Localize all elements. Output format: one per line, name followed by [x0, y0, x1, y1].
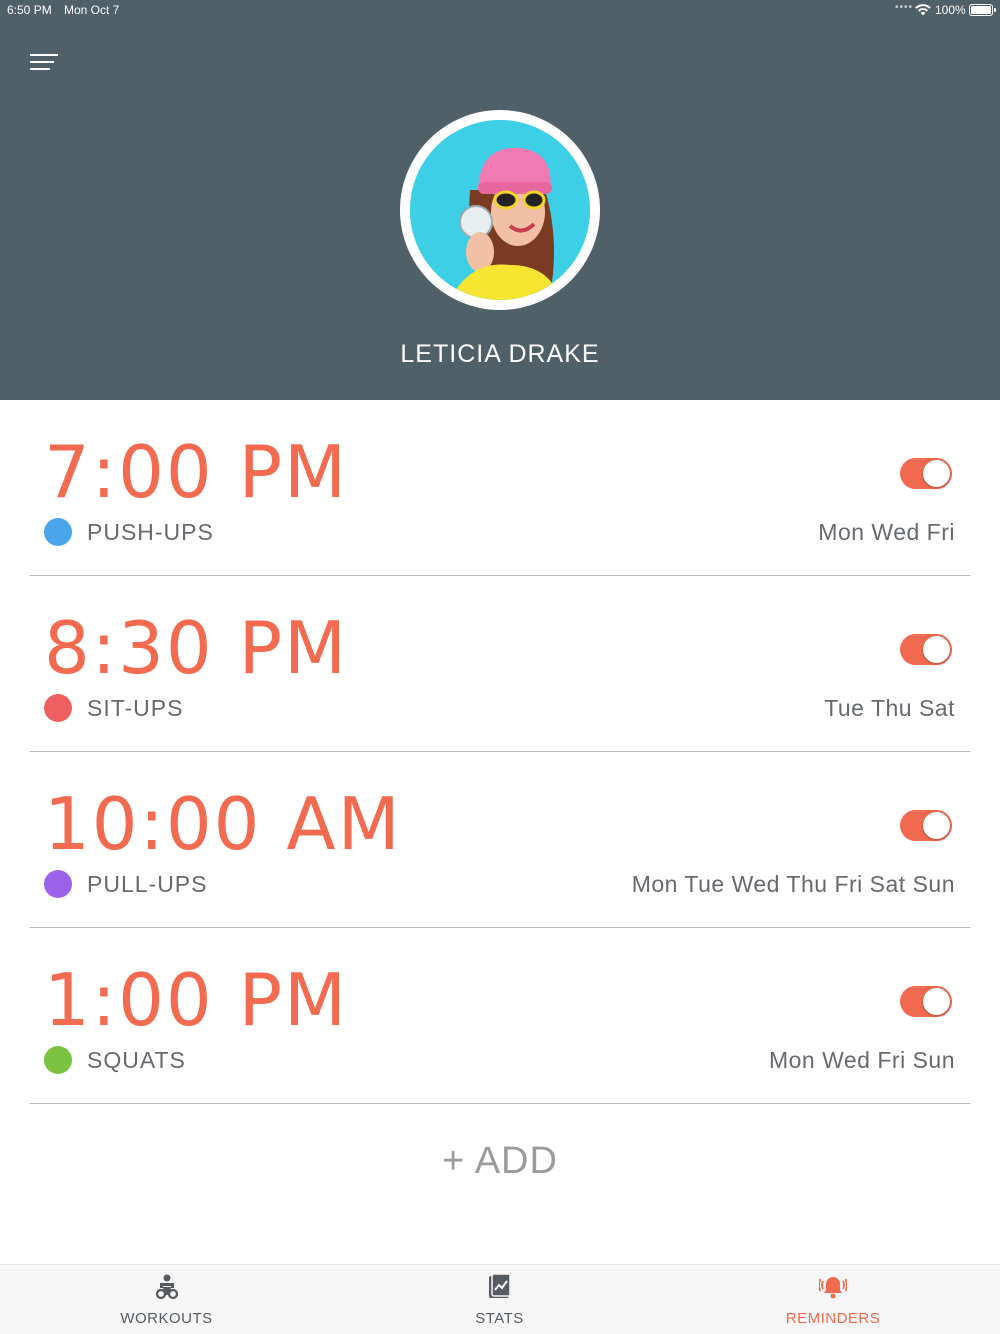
reminder-row[interactable]: 1:00 PM SQUATS Mon Wed Fri Sun	[30, 928, 970, 1104]
exercise-label: PUSH-UPS	[87, 519, 214, 545]
reminder-days: Tue Thu Sat	[824, 695, 955, 721]
stats-icon	[488, 1273, 511, 1298]
reminder-row[interactable]: 8:30 PM SIT-UPS Tue Thu Sat	[30, 576, 970, 752]
reminder-toggle[interactable]	[900, 634, 952, 665]
exercise-color-dot	[44, 1046, 72, 1074]
wifi-icon	[915, 4, 931, 16]
tab-workouts[interactable]: WORKOUTS	[0, 1265, 333, 1334]
tab-label: STATS	[475, 1310, 524, 1327]
reminder-toggle[interactable]	[900, 458, 952, 489]
reminder-list: 7:00 PM PUSH-UPS Mon Wed Fri 8:30 PM SIT…	[30, 400, 970, 1104]
reminder-time: 7:00 PM	[44, 430, 349, 514]
reminder-row[interactable]: 7:00 PM PUSH-UPS Mon Wed Fri	[30, 400, 970, 576]
reminders-bell-icon	[819, 1277, 847, 1299]
workouts-icon	[155, 1274, 178, 1300]
reminder-time: 10:00 AM	[44, 782, 402, 866]
add-reminder-button[interactable]: + ADD	[0, 1140, 1000, 1183]
profile-name: LETICIA DRAKE	[400, 340, 600, 368]
exercise-color-dot	[44, 694, 72, 722]
exercise-label: SIT-UPS	[87, 695, 184, 721]
status-time: 6:50 PM	[7, 3, 52, 17]
reminder-time: 1:00 PM	[44, 958, 349, 1042]
reminder-days: Mon Wed Fri Sun	[768, 1047, 955, 1073]
exercise-label: SQUATS	[87, 1047, 186, 1073]
reminder-toggle[interactable]	[900, 986, 952, 1017]
reminder-days: Mon Wed Fri	[818, 519, 955, 545]
avatar-photo	[410, 120, 590, 300]
tab-label: WORKOUTS	[120, 1310, 213, 1327]
signal-dots-icon: ••••	[895, 2, 914, 13]
status-bar: 6:50 PM Mon Oct 7 •••• 100%	[0, 0, 1000, 20]
reminder-toggle[interactable]	[900, 810, 952, 841]
tab-reminders[interactable]: REMINDERS	[666, 1265, 1000, 1334]
tab-label: REMINDERS	[785, 1310, 881, 1327]
profile-header: 6:50 PM Mon Oct 7 •••• 100% LETICIA DRAK…	[0, 0, 1000, 400]
status-date: Mon Oct 7	[64, 3, 120, 17]
reminder-days: Mon Tue Wed Thu Fri Sat Sun	[631, 871, 955, 897]
battery-icon	[969, 4, 996, 16]
exercise-label: PULL-UPS	[87, 871, 208, 897]
exercise-color-dot	[44, 518, 72, 546]
tab-stats[interactable]: STATS	[333, 1265, 666, 1334]
tab-bar: WORKOUTS STATS REMINDERS	[0, 1264, 1000, 1334]
battery-percent: 100%	[935, 3, 966, 17]
reminder-row[interactable]: 10:00 AM PULL-UPS Mon Tue Wed Thu Fri Sa…	[30, 752, 970, 928]
avatar[interactable]	[400, 110, 600, 310]
hamburger-menu-icon[interactable]	[30, 54, 58, 74]
reminder-time: 8:30 PM	[44, 606, 349, 690]
exercise-color-dot	[44, 870, 72, 898]
